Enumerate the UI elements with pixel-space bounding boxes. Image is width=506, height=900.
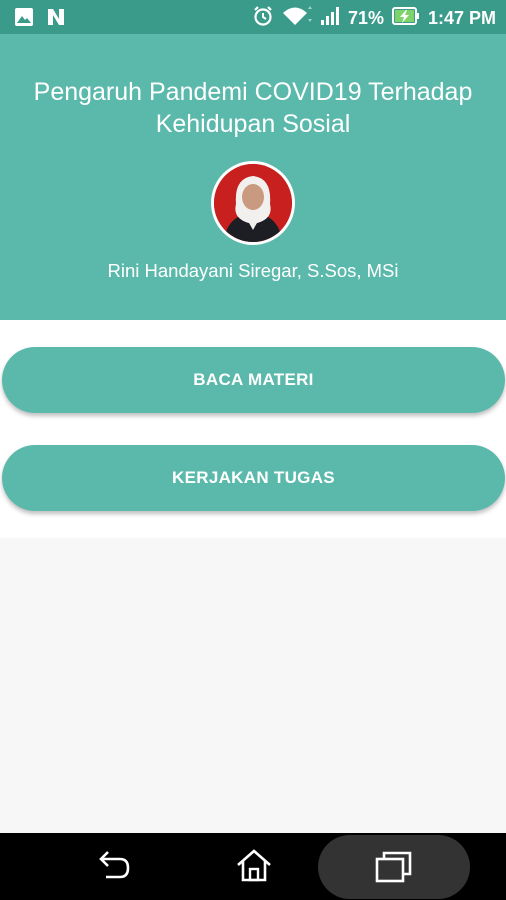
image-icon (14, 7, 34, 32)
navigation-bar (0, 833, 506, 900)
status-bar: 71% 1:47 PM (0, 0, 506, 34)
recents-icon[interactable] (374, 850, 414, 889)
baca-materi-button[interactable]: BACA MATERI (2, 347, 505, 413)
avatar (211, 161, 295, 245)
menu-card: BACA MATERI KERJAKAN TUGAS (0, 320, 506, 538)
battery-label: 71% (347, 8, 384, 28)
back-icon[interactable] (94, 849, 134, 890)
alarm-icon (252, 5, 274, 32)
wifi-icon (282, 5, 312, 32)
title-line-2: Kehidupan Sosial (155, 110, 351, 138)
n-icon (46, 7, 66, 32)
time-label: 1:47 PM (427, 8, 496, 28)
author-name: Rini Handayani Siregar, S.Sos, MSi (107, 260, 399, 281)
page-title: Pengaruh Pandemi COVID19 Terhadap Kehidu… (0, 76, 506, 140)
home-icon[interactable] (235, 847, 273, 890)
title-line-1: Pengaruh Pandemi COVID19 Terhadap (33, 78, 473, 106)
signal-icon (320, 6, 340, 31)
app-header: Pengaruh Pandemi COVID19 Terhadap Kehidu… (0, 34, 506, 320)
battery-charging-icon (391, 6, 420, 31)
kerjakan-tugas-button[interactable]: KERJAKAN TUGAS (2, 445, 505, 511)
